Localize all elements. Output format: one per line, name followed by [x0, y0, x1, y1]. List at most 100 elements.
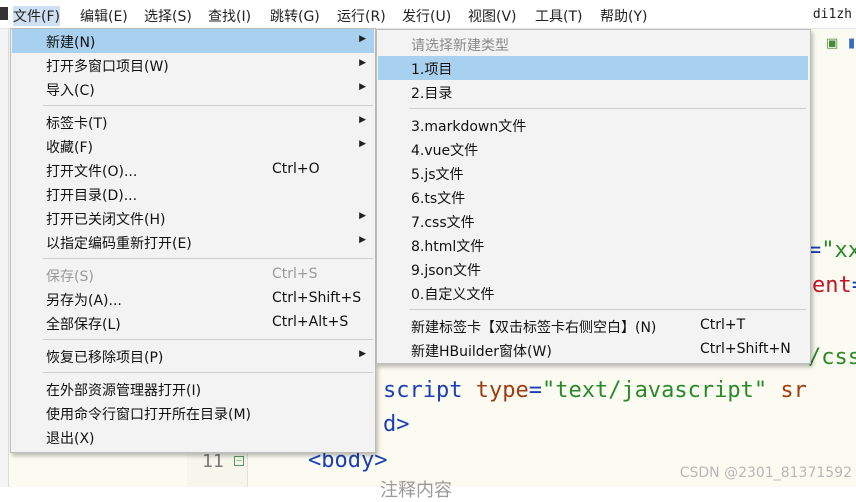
menu-tools[interactable]: 工具(T): [535, 6, 582, 26]
code-fragment: ="xx: [808, 238, 856, 263]
menu-item-label: 导入(C): [46, 83, 95, 99]
file-menu-new[interactable]: 新建(N) ▶: [12, 29, 374, 53]
menu-item-label: 打开目录(D)...: [46, 188, 138, 204]
menu-item-label: 打开已关闭文件(H): [46, 212, 166, 228]
user-name[interactable]: di1zh: [813, 7, 852, 22]
watermark: CSDN @2301_81371592: [679, 465, 852, 481]
file-menu-exit[interactable]: 退出(X): [12, 425, 374, 449]
new-css-file[interactable]: 7.css文件: [378, 209, 808, 233]
menu-item-label: 新建标签卡【双击标签卡右侧空白】(N): [411, 320, 657, 336]
menu-separator: [409, 309, 806, 310]
menu-item-label: 2.目录: [411, 86, 453, 102]
menu-separator: [409, 108, 806, 109]
submenu-arrow-icon: ▶: [359, 235, 366, 245]
menu-item-label: 8.html文件: [411, 239, 485, 255]
submenu-arrow-icon: ▶: [359, 115, 366, 125]
submenu-header: 请选择新建类型: [378, 32, 808, 56]
preview-icon[interactable]: ▣: [826, 36, 842, 52]
menu-item-label: 新建HBuilder窗体(W): [411, 344, 552, 360]
menu-view[interactable]: 视图(V): [468, 6, 517, 26]
menu-item-label: 打开多窗口项目(W): [46, 59, 169, 75]
file-menu-open-in-terminal[interactable]: 使用命令行窗口打开所在目录(M): [12, 401, 374, 425]
new-markdown-file[interactable]: 3.markdown文件: [378, 113, 808, 137]
submenu-arrow-icon: ▶: [359, 58, 366, 68]
menu-select[interactable]: 选择(S): [144, 6, 192, 26]
code-line-script: script type="text/javascript" sr: [383, 378, 807, 403]
new-vue-file[interactable]: 4.vue文件: [378, 137, 808, 161]
menu-item-label: 另存为(A)...: [46, 293, 122, 309]
menu-item-label: 0.自定义文件: [411, 287, 495, 303]
menu-edit[interactable]: 编辑(E): [80, 6, 128, 26]
menu-item-label: 保存(S): [46, 269, 94, 285]
file-menu-open-in-explorer[interactable]: 在外部资源管理器打开(I): [12, 377, 374, 401]
submenu-header-label: 请选择新建类型: [411, 38, 509, 54]
menu-item-shortcut: Ctrl+Alt+S: [272, 314, 349, 330]
new-ts-file[interactable]: 6.ts文件: [378, 185, 808, 209]
menu-item-label: 退出(X): [46, 431, 95, 447]
code-fragment: ent=: [812, 273, 856, 298]
file-menu-import[interactable]: 导入(C) ▶: [12, 77, 374, 101]
file-menu-tabs[interactable]: 标签卡(T) ▶: [12, 110, 374, 134]
menu-separator: [43, 339, 373, 340]
menu-help[interactable]: 帮助(Y): [600, 6, 647, 26]
new-hbuilder-window[interactable]: 新建HBuilder窗体(W) Ctrl+Shift+N: [378, 338, 808, 362]
new-directory[interactable]: 2.目录: [378, 80, 808, 104]
fold-toggle-icon[interactable]: −: [234, 456, 244, 466]
menu-item-label: 打开文件(O)...: [46, 164, 138, 180]
menu-item-shortcut: Ctrl+S: [272, 266, 318, 282]
menu-item-label: 5.js文件: [411, 167, 464, 183]
menu-item-label: 使用命令行窗口打开所在目录(M): [46, 407, 252, 423]
new-custom-file[interactable]: 0.自定义文件: [378, 281, 808, 305]
menu-item-label: 3.markdown文件: [411, 119, 527, 135]
line-number: 11: [202, 451, 224, 472]
menu-item-shortcut: Ctrl+Shift+N: [700, 341, 791, 357]
menu-item-label: 1.项目: [411, 62, 453, 78]
file-menu-save-all[interactable]: 全部保存(L) Ctrl+Alt+S: [12, 311, 374, 335]
menu-separator: [43, 105, 373, 106]
code-line-head-close: d>: [383, 412, 410, 437]
submenu-arrow-icon: ▶: [359, 139, 366, 149]
menu-bar: 文件(F) 编辑(E) 选择(S) 查找(I) 跳转(G) 运行(R) 发行(U…: [0, 0, 856, 29]
file-menu-open-multi-window[interactable]: 打开多窗口项目(W) ▶: [12, 53, 374, 77]
new-js-file[interactable]: 5.js文件: [378, 161, 808, 185]
menu-goto[interactable]: 跳转(G): [270, 6, 320, 26]
menu-run[interactable]: 运行(R): [337, 6, 386, 26]
menu-item-label: 收藏(F): [46, 140, 93, 156]
menu-file[interactable]: 文件(F): [13, 6, 60, 26]
menu-find[interactable]: 查找(I): [208, 6, 251, 26]
file-menu-reopen-encoding[interactable]: 以指定编码重新打开(E) ▶: [12, 230, 374, 254]
menu-publish[interactable]: 发行(U): [402, 6, 451, 26]
app-icon: [0, 7, 8, 20]
menu-item-label: 新建(N): [46, 35, 96, 51]
new-tab[interactable]: 新建标签卡【双击标签卡右侧空白】(N) Ctrl+T: [378, 314, 808, 338]
menu-item-label: 以指定编码重新打开(E): [46, 236, 192, 252]
file-menu-favorites[interactable]: 收藏(F) ▶: [12, 134, 374, 158]
submenu-arrow-icon: ▶: [359, 349, 366, 359]
file-menu-open-folder[interactable]: 打开目录(D)...: [12, 182, 374, 206]
file-menu-open-file[interactable]: 打开文件(O)... Ctrl+O: [12, 158, 374, 182]
file-menu-save-as[interactable]: 另存为(A)... Ctrl+Shift+S: [12, 287, 374, 311]
menu-item-shortcut: Ctrl+Shift+S: [272, 290, 362, 306]
file-menu-restore-removed[interactable]: 恢复已移除项目(P) ▶: [12, 344, 374, 368]
code-fragment: /css: [808, 345, 856, 370]
menu-item-label: 标签卡(T): [46, 116, 108, 132]
menu-item-shortcut: Ctrl+T: [700, 317, 746, 333]
tool-icon-edge[interactable]: ▮: [848, 36, 856, 52]
new-submenu: 请选择新建类型 1.项目 2.目录 3.markdown文件 4.vue文件 5…: [376, 29, 811, 364]
new-html-file[interactable]: 8.html文件: [378, 233, 808, 257]
new-project[interactable]: 1.项目: [378, 56, 808, 80]
menu-item-label: 6.ts文件: [411, 191, 466, 207]
file-menu-open-closed-file[interactable]: 打开已关闭文件(H) ▶: [12, 206, 374, 230]
file-menu-save[interactable]: 保存(S) Ctrl+S: [12, 263, 374, 287]
menu-item-label: 全部保存(L): [46, 317, 121, 333]
menu-item-shortcut: Ctrl+O: [272, 161, 320, 177]
file-menu: 新建(N) ▶ 打开多窗口项目(W) ▶ 导入(C) ▶ 标签卡(T) ▶ 收藏(F) ▶…: [10, 28, 376, 453]
menu-item-label: 恢复已移除项目(P): [46, 350, 164, 366]
menu-separator: [43, 372, 373, 373]
menu-item-label: 在外部资源管理器打开(I): [46, 383, 202, 399]
menu-item-label: 4.vue文件: [411, 143, 479, 159]
menu-item-label: 9.json文件: [411, 263, 481, 279]
code-line-comment: 注释内容: [380, 480, 452, 501]
new-json-file[interactable]: 9.json文件: [378, 257, 808, 281]
submenu-arrow-icon: ▶: [359, 34, 366, 44]
